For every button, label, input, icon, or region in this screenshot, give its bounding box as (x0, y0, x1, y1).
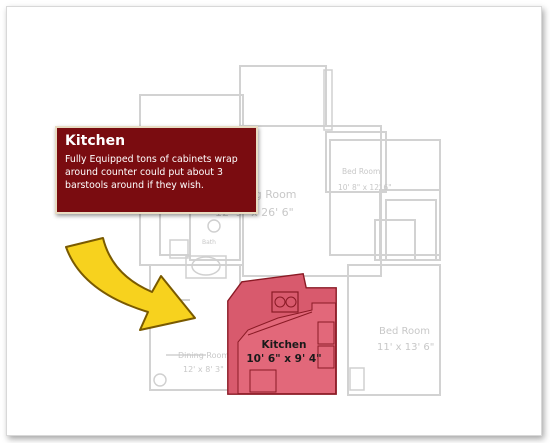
pointer-arrow-icon (65, 237, 196, 331)
kitchen-dimensions: 10' 6" x 9' 4" (246, 353, 321, 365)
bedroom-2-dimensions: 11' x 13' 6" (377, 342, 434, 353)
bedroom-2-label: Bed Room (379, 326, 430, 337)
callout-title: Kitchen (65, 133, 126, 149)
dining-room-dimensions: 12' x 8' 3" (183, 365, 224, 374)
floor-plan: Living Room 12' 9" x 26' 6" Bed Room 10'… (65, 65, 441, 396)
kitchen-label: Kitchen (261, 339, 306, 351)
bedroom-1-label: Bed Room (342, 167, 380, 176)
dining-room-label: Dining Room (178, 351, 229, 360)
bedroom-1-dimensions: 10' 8" x 12' 6" (338, 183, 392, 192)
kitchen-highlight[interactable]: Kitchen 10' 6" x 9' 4" (227, 272, 337, 395)
kitchen-callout: Kitchen Fully Equipped tons of cabinets … (55, 126, 258, 214)
callout-description: Fully Equipped tons of cabinets wrap aro… (65, 154, 238, 191)
bath-label: Bath (202, 239, 216, 246)
